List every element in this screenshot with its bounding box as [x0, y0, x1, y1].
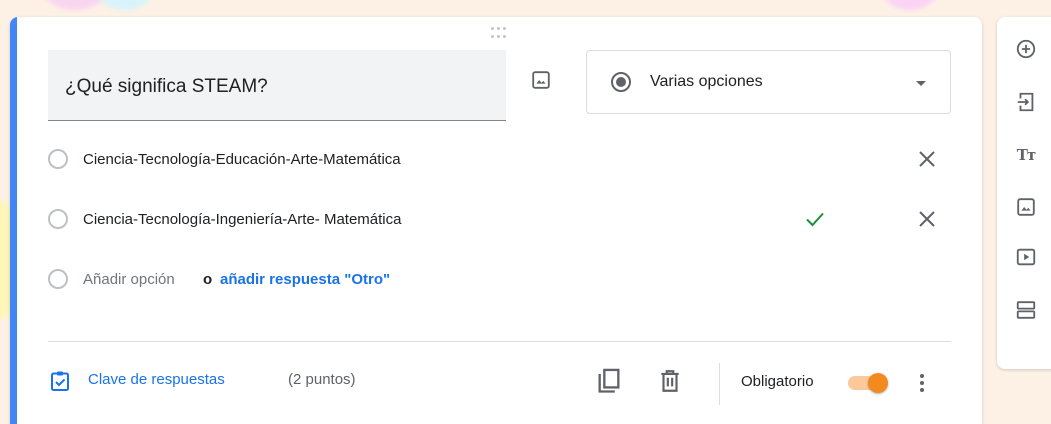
add-image-button[interactable]: [528, 67, 554, 93]
divider: [48, 341, 951, 342]
question-card: ¿Qué significa STEAM? Varias opciones Ci…: [10, 17, 982, 424]
close-icon[interactable]: [915, 207, 939, 231]
add-title-button[interactable]: Tт: [1014, 143, 1038, 167]
background-decoration: [40, 0, 110, 10]
active-card-accent: [10, 17, 17, 424]
add-option-input[interactable]: Añadir opción: [83, 271, 175, 288]
section-icon: [1016, 301, 1036, 319]
question-title-input[interactable]: ¿Qué significa STEAM?: [48, 50, 506, 121]
points-label: (2 puntos): [288, 371, 356, 388]
add-question-button[interactable]: [1014, 37, 1038, 61]
toggle-thumb: [868, 373, 888, 393]
image-icon: [1017, 198, 1035, 216]
correct-answer-check-icon: [806, 212, 824, 227]
background-decoration: [95, 0, 155, 10]
chevron-down-icon: [916, 81, 926, 86]
title-text-icon: Tт: [1016, 146, 1036, 164]
add-option-row: Añadir opción o añadir respuesta "Otro": [48, 265, 948, 295]
floating-toolbar: Tт: [997, 17, 1051, 369]
delete-icon[interactable]: [657, 367, 683, 395]
divider: [719, 363, 720, 405]
add-other-link[interactable]: añadir respuesta "Otro": [220, 271, 390, 288]
option-row: Ciencia-Tecnología-Ingeniería-Arte- Mate…: [48, 205, 948, 235]
or-text: o: [203, 271, 213, 288]
duplicate-icon[interactable]: [595, 367, 623, 395]
radio-button-icon: [48, 269, 68, 289]
required-toggle[interactable]: [846, 373, 890, 393]
add-section-button[interactable]: [1014, 298, 1038, 322]
drag-handle-icon[interactable]: [488, 27, 508, 39]
clipboard-check-icon: [51, 371, 69, 391]
answer-key-label: Clave de respuestas: [88, 371, 225, 388]
radio-button-icon: [611, 72, 631, 92]
image-icon: [532, 71, 550, 89]
video-icon: [1016, 248, 1036, 266]
question-type-label: Varias opciones: [650, 73, 763, 90]
radio-button-icon[interactable]: [48, 209, 68, 229]
required-label: Obligatorio: [741, 373, 814, 390]
add-image-tool-button[interactable]: [1014, 195, 1038, 219]
import-questions-icon: [1017, 92, 1034, 112]
close-icon[interactable]: [915, 147, 939, 171]
option-label[interactable]: Ciencia-Tecnología-Ingeniería-Arte- Mate…: [83, 211, 401, 228]
radio-button-icon[interactable]: [48, 149, 68, 169]
option-row: Ciencia-Tecnología-Educación-Arte-Matemá…: [48, 145, 948, 175]
add-video-button[interactable]: [1014, 245, 1038, 269]
question-title-text: ¿Qué significa STEAM?: [65, 76, 268, 97]
question-type-dropdown[interactable]: Varias opciones: [586, 50, 951, 114]
add-circle-icon: [1016, 39, 1036, 59]
more-vert-icon[interactable]: [910, 369, 934, 397]
import-questions-button[interactable]: [1014, 90, 1038, 114]
option-label[interactable]: Ciencia-Tecnología-Educación-Arte-Matemá…: [83, 151, 401, 168]
background-decoration: [880, 0, 940, 10]
